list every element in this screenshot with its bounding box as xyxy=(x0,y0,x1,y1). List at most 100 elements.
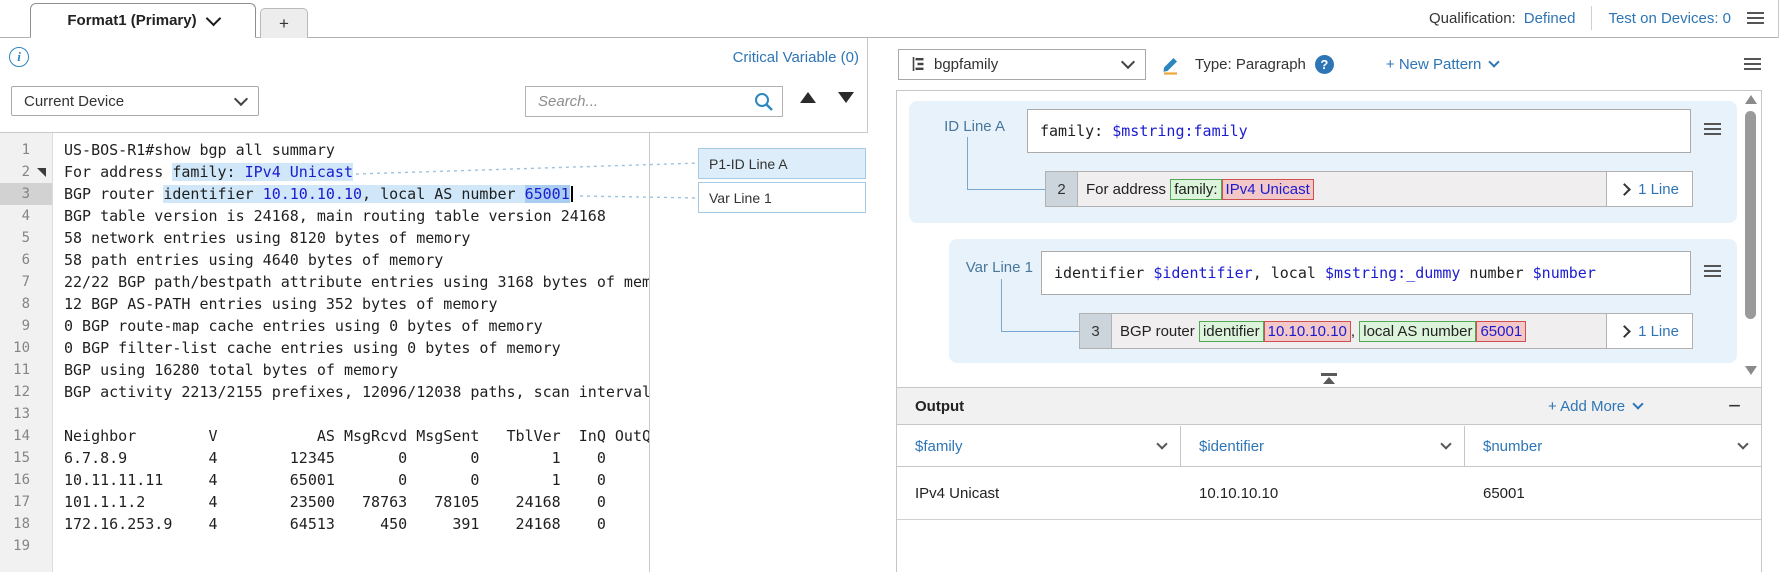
test-on-devices-link[interactable]: Test on Devices: 0 xyxy=(1608,10,1731,27)
text-segment: , local AS number xyxy=(362,185,525,203)
add-more-label: + Add More xyxy=(1548,398,1625,415)
output-table-row[interactable]: IPv4 Unicast10.10.10.1065001 xyxy=(897,467,1761,520)
text-segment: 101.1.1.2 4 23500 78763 78105 24168 0 xyxy=(64,493,606,511)
output-column-dropdown-family[interactable]: $family xyxy=(897,426,1181,466)
editor-line-5[interactable]: 558 network entries using 8120 bytes of … xyxy=(0,227,650,249)
line-text: 172.16.253.9 4 64513 450 391 24168 0 xyxy=(52,513,650,535)
fold-marker-slot xyxy=(30,161,52,183)
line-text: 22/22 BGP path/bestpath attribute entrie… xyxy=(52,271,650,293)
editor-line-12[interactable]: 12BGP activity 2213/2155 prefixes, 12096… xyxy=(0,381,650,403)
pattern-template-text: family: $mstring:family xyxy=(1040,122,1248,140)
device-output-editor[interactable]: 1US-BOS-R1#show bgp all summary2For addr… xyxy=(0,132,868,572)
scroll-down-icon[interactable] xyxy=(1745,366,1757,375)
output-column-dropdown-identifier[interactable]: $identifier xyxy=(1181,426,1465,466)
line-text: 0 BGP route-map cache entries using 0 by… xyxy=(52,315,650,337)
editor-line-8[interactable]: 812 BGP AS-PATH entries using 352 bytes … xyxy=(0,293,650,315)
chevron-down-icon xyxy=(1156,438,1167,449)
output-title: Output xyxy=(915,398,964,415)
variable-dropdown[interactable]: bgpfamily xyxy=(898,49,1146,80)
editor-line-9[interactable]: 90 BGP route-map cache entries using 0 b… xyxy=(0,315,650,337)
matched-line-content: For address family:IPv4 Unicast xyxy=(1077,171,1607,207)
output-column-dropdown-number[interactable]: $number xyxy=(1465,426,1761,466)
expand-lines-button[interactable]: 1 Line xyxy=(1607,171,1693,207)
device-dropdown[interactable]: Current Device xyxy=(11,86,259,116)
fold-marker-icon[interactable] xyxy=(37,168,46,177)
editor-line-14[interactable]: 14Neighbor V AS MsgRcvd MsgSent TblVer I… xyxy=(0,425,650,447)
editor-line-4[interactable]: 4 BGP table version is 24168, main routin… xyxy=(0,205,650,227)
editor-line-7[interactable]: 722/22 BGP path/bestpath attribute entri… xyxy=(0,271,650,293)
chevron-down-icon[interactable] xyxy=(205,11,221,27)
minimize-output-button[interactable]: − xyxy=(1728,395,1741,417)
pattern-row-menu-icon[interactable] xyxy=(1704,265,1721,277)
text-segment: 58 path entries using 4640 bytes of memo… xyxy=(64,251,443,269)
pattern-name-label[interactable]: Var Line 1 xyxy=(949,259,1033,276)
editor-line-11[interactable]: 11BGP using 16280 total bytes of memory xyxy=(0,359,650,381)
text-segment: $mstring:family xyxy=(1112,122,1247,140)
qualification-value-link[interactable]: Defined xyxy=(1524,10,1576,27)
line-gutter: 14 xyxy=(0,425,52,447)
text-segment: BGP table version is 24168, main routing… xyxy=(64,207,606,225)
info-icon[interactable]: i xyxy=(9,47,29,67)
editor-line-13[interactable]: 13 xyxy=(0,403,650,425)
scroll-up-icon[interactable] xyxy=(1745,95,1757,104)
pattern-template-input[interactable]: family: $mstring:family xyxy=(1027,109,1691,153)
editor-lines: 1US-BOS-R1#show bgp all summary2For addr… xyxy=(0,139,650,557)
variable-tree-icon xyxy=(911,56,926,72)
line-label-var-line-1[interactable]: Var Line 1 xyxy=(698,182,866,213)
matched-line-content: BGP router identifier10.10.10.10, local … xyxy=(1111,313,1607,349)
help-icon[interactable]: ? xyxy=(1315,55,1334,74)
line-text: 101.1.1.2 4 23500 78763 78105 24168 0 xyxy=(52,491,650,513)
tab-format1[interactable]: Format1 (Primary) xyxy=(30,3,256,38)
search-prev-button[interactable] xyxy=(800,92,816,103)
sample-text-panel: i Critical Variable (0) Current Device 1… xyxy=(0,38,868,572)
editor-line-3[interactable]: 3BGP router identifier 10.10.10.10, loca… xyxy=(0,183,650,205)
editor-line-2[interactable]: 2For address family: IPv4 Unicast xyxy=(0,161,650,183)
editor-line-10[interactable]: 100 BGP filter-list cache entries using … xyxy=(0,337,650,359)
edit-pencil-icon[interactable] xyxy=(1160,54,1181,75)
fold-marker-slot xyxy=(30,227,52,249)
new-pattern-button[interactable]: + New Pattern xyxy=(1386,56,1498,73)
pattern-scrollbar[interactable] xyxy=(1744,93,1759,377)
line-text xyxy=(52,403,650,425)
line-text xyxy=(52,535,650,557)
chevron-down-icon xyxy=(1440,438,1451,449)
scrollbar-thumb[interactable] xyxy=(1745,111,1756,319)
editor-line-18[interactable]: 18172.16.253.9 4 64513 450 391 24168 0 xyxy=(0,513,650,535)
line-number: 17 xyxy=(0,491,30,513)
text-segment: local AS number xyxy=(1359,321,1476,342)
collapse-output-handle[interactable] xyxy=(1318,373,1340,384)
text-segment: number xyxy=(1460,264,1532,282)
critical-variable-link[interactable]: Critical Variable (0) xyxy=(733,49,859,66)
line-label-p1-id-line-a[interactable]: P1-ID Line A xyxy=(698,148,866,179)
editor-line-15[interactable]: 156.7.8.9 4 12345 0 0 1 0 xyxy=(0,447,650,469)
expand-lines-button[interactable]: 1 Line xyxy=(1607,313,1693,349)
output-cell: 65001 xyxy=(1465,485,1761,502)
pattern-panel: bgpfamily Type: Paragraph ? + New Patter… xyxy=(868,38,1779,572)
pattern-menu-icon[interactable] xyxy=(1744,58,1761,70)
editor-line-19[interactable]: 19 xyxy=(0,535,650,557)
pattern-name-label[interactable]: ID Line A xyxy=(915,118,1005,135)
output-header: Output + Add More − xyxy=(897,387,1761,425)
editor-line-1[interactable]: 1US-BOS-R1#show bgp all summary xyxy=(0,139,650,161)
window-menu-icon[interactable] xyxy=(1747,12,1764,24)
text-segment: $mstring:_dummy xyxy=(1325,264,1460,282)
text-segment: 12 BGP AS-PATH entries using 352 bytes o… xyxy=(64,295,497,313)
add-format-tab-button[interactable]: + xyxy=(260,8,308,38)
text-cursor xyxy=(571,186,573,202)
pattern-template-input[interactable]: identifier $identifier, local $mstring:_… xyxy=(1041,251,1691,295)
editor-line-6[interactable]: 658 path entries using 4640 bytes of mem… xyxy=(0,249,650,271)
search-icon[interactable] xyxy=(753,91,774,112)
search-next-button[interactable] xyxy=(838,92,854,103)
search-input[interactable] xyxy=(526,93,753,110)
matched-line-number: 2 xyxy=(1045,171,1077,207)
editor-line-16[interactable]: 1610.11.11.11 4 65001 0 0 1 0 xyxy=(0,469,650,491)
fold-marker-slot xyxy=(30,139,52,161)
fold-marker-slot xyxy=(30,535,52,557)
add-more-button[interactable]: + Add More xyxy=(1548,398,1642,415)
line-number: 4 xyxy=(0,205,30,227)
fold-marker-slot xyxy=(30,447,52,469)
text-segment: 65001 xyxy=(1476,321,1526,342)
pattern-row-menu-icon[interactable] xyxy=(1704,123,1721,135)
editor-line-17[interactable]: 17 101.1.1.2 4 23500 78763 78105 24168 0 xyxy=(0,491,650,513)
text-segment: 6.7.8.9 4 12345 0 0 1 0 xyxy=(64,449,606,467)
